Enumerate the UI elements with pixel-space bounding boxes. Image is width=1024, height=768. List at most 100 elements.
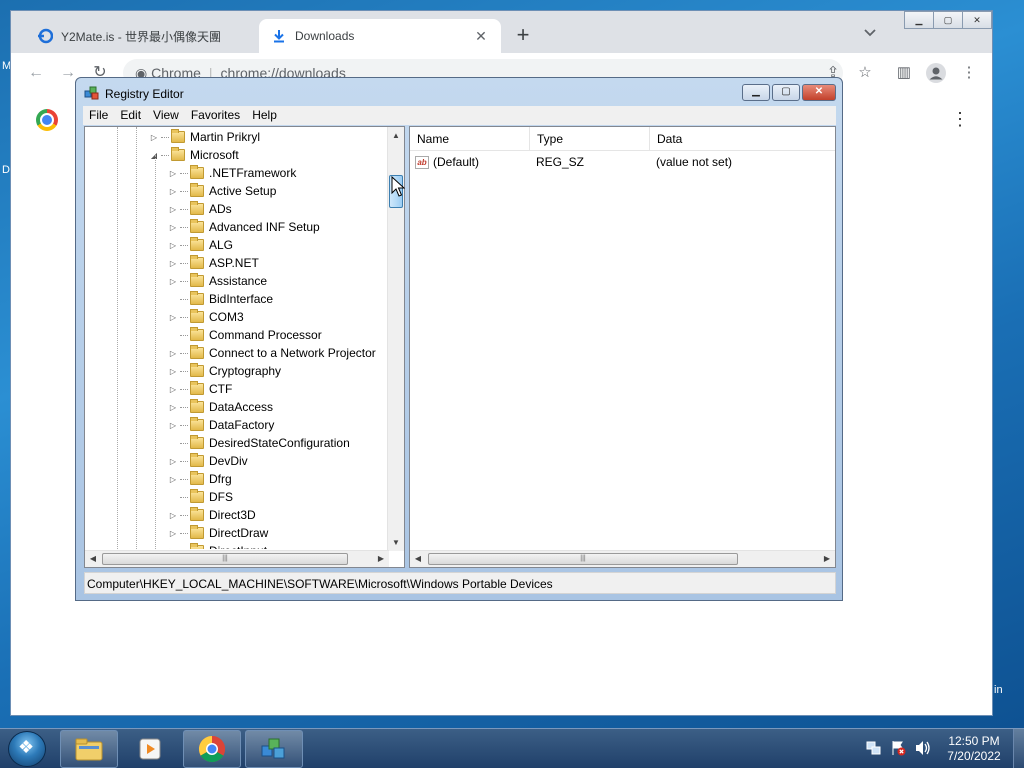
downloads-more-icon[interactable]: ⋮ — [951, 109, 969, 130]
tree-node[interactable]: DesiredStateConfiguration — [168, 434, 350, 452]
scrollbar-thumb[interactable]: ||| — [428, 553, 738, 565]
chrome-menu-icon[interactable]: ⋮ — [958, 63, 980, 85]
maximize-button[interactable]: ▢ — [933, 11, 963, 29]
menu-file[interactable]: File — [83, 106, 114, 125]
tree-node[interactable]: DFS — [168, 488, 233, 506]
volume-icon[interactable] — [914, 740, 932, 768]
tree-node[interactable]: ▷ CTF — [168, 380, 232, 398]
expand-arrow-icon[interactable]: ▷ — [168, 367, 178, 376]
expand-arrow-icon[interactable]: ▷ — [168, 547, 178, 550]
close-button[interactable]: ✕ — [802, 84, 836, 101]
tree-node[interactable]: ▷ ALG — [168, 236, 233, 254]
close-button[interactable]: ✕ — [962, 11, 992, 29]
list-horizontal-scrollbar[interactable]: ◀ ||| ▶ — [410, 550, 835, 567]
tree-node[interactable]: ▷ Assistance — [168, 272, 267, 290]
registry-editor-window: Registry Editor ▁ ▢ ✕ File Edit View Fav… — [75, 77, 843, 601]
column-header-type[interactable]: Type — [530, 127, 650, 151]
profile-avatar-icon[interactable] — [925, 63, 947, 85]
taskbar: 12:50 PM 7/20/2022 — [0, 728, 1024, 768]
expand-arrow-icon[interactable]: ▷ — [168, 421, 178, 430]
new-tab-button[interactable]: + — [511, 24, 535, 48]
maximize-button[interactable]: ▢ — [772, 84, 800, 101]
tree-node[interactable]: ▷ Connect to a Network Projector — [168, 344, 376, 362]
start-button[interactable] — [8, 731, 46, 767]
tree-node[interactable]: ▷ COM3 — [168, 308, 244, 326]
scroll-right-arrow-icon[interactable]: ▶ — [819, 551, 835, 567]
folder-icon — [190, 327, 204, 341]
minimize-button[interactable]: ▁ — [742, 84, 770, 101]
title-bar[interactable]: Registry Editor ▁ ▢ ✕ — [76, 78, 842, 108]
tab-y2mate[interactable]: Y2Mate.is - 世界最小偶像天團 #導 — [25, 19, 251, 53]
tree-node[interactable]: ▷ DevDiv — [168, 452, 248, 470]
system-clock[interactable]: 12:50 PM 7/20/2022 — [940, 734, 1008, 764]
collapse-arrow-icon[interactable]: ◢ — [149, 151, 159, 160]
scroll-left-arrow-icon[interactable]: ◀ — [410, 551, 426, 567]
side-panel-icon[interactable]: ▥ — [893, 63, 915, 85]
tree-node[interactable]: BidInterface — [168, 290, 273, 308]
scroll-left-arrow-icon[interactable]: ◀ — [85, 551, 101, 567]
folder-icon — [190, 435, 204, 449]
column-header-data[interactable]: Data — [650, 127, 835, 151]
column-header-name[interactable]: Name — [410, 127, 530, 151]
scrollbar-thumb[interactable]: ||| — [102, 553, 348, 565]
tree-node-label: DFS — [209, 490, 233, 504]
scroll-down-arrow-icon[interactable]: ▼ — [388, 534, 404, 551]
tree-horizontal-scrollbar[interactable]: ◀ ||| ▶ — [85, 550, 389, 567]
expand-arrow-icon[interactable]: ▷ — [168, 259, 178, 268]
back-icon[interactable]: ← — [25, 63, 47, 85]
expand-arrow-icon[interactable]: ▷ — [168, 313, 178, 322]
taskbar-chrome-button[interactable] — [183, 730, 241, 768]
tab-downloads[interactable]: Downloads ✕ — [259, 19, 501, 53]
tree-node[interactable]: ▷ Dfrg — [168, 470, 232, 488]
folder-icon — [190, 381, 204, 395]
expand-arrow-icon[interactable]: ▷ — [168, 241, 178, 250]
value-row[interactable]: ab (Default) REG_SZ (value not set) — [410, 153, 732, 171]
taskbar-explorer-button[interactable] — [60, 730, 118, 768]
expand-arrow-icon[interactable]: ▷ — [168, 205, 178, 214]
action-center-flag-icon[interactable] — [890, 740, 906, 768]
taskbar-regedit-button[interactable] — [245, 730, 303, 768]
expand-arrow-icon[interactable]: ▷ — [168, 169, 178, 178]
expand-arrow-icon[interactable]: ▷ — [168, 457, 178, 466]
tree-node[interactable]: ▷ DirectDraw — [168, 524, 268, 542]
network-icon[interactable] — [866, 740, 882, 768]
tree-node[interactable]: ▷ Active Setup — [168, 182, 276, 200]
tree-node[interactable]: ▷ ADs — [168, 200, 232, 218]
menu-favorites[interactable]: Favorites — [185, 106, 246, 125]
tree-node-label: ASP.NET — [209, 256, 259, 270]
expand-arrow-icon[interactable]: ▷ — [168, 223, 178, 232]
tree-node[interactable]: ▷ Advanced INF Setup — [168, 218, 320, 236]
tree-node-label: Connect to a Network Projector — [209, 346, 376, 360]
tree-node[interactable]: Command Processor — [168, 326, 322, 344]
expand-arrow-icon[interactable]: ▷ — [149, 133, 159, 142]
tree-node[interactable]: ▷ DataFactory — [168, 416, 274, 434]
tree-node[interactable]: ▷ .NETFramework — [168, 164, 296, 182]
scroll-right-arrow-icon[interactable]: ▶ — [373, 551, 389, 567]
expand-arrow-icon[interactable]: ▷ — [168, 349, 178, 358]
tree-node[interactable]: ▷ Cryptography — [168, 362, 281, 380]
scroll-up-arrow-icon[interactable]: ▲ — [388, 127, 404, 144]
expand-arrow-icon[interactable]: ▷ — [168, 475, 178, 484]
tree-node[interactable]: ▷ Martin Prikryl — [149, 128, 260, 146]
minimize-button[interactable]: ▁ — [904, 11, 934, 29]
expand-arrow-icon[interactable]: ▷ — [168, 277, 178, 286]
close-icon[interactable]: ✕ — [473, 28, 489, 45]
expand-arrow-icon[interactable]: ▷ — [168, 403, 178, 412]
tree-connector — [161, 154, 169, 156]
expand-arrow-icon[interactable]: ▷ — [168, 511, 178, 520]
tree-node[interactable]: ◢ Microsoft — [149, 146, 239, 164]
menu-view[interactable]: View — [147, 106, 185, 125]
show-desktop-button[interactable] — [1013, 729, 1024, 768]
menu-edit[interactable]: Edit — [114, 106, 147, 125]
taskbar-media-player-button[interactable] — [121, 730, 179, 768]
tab-search-button[interactable] — [863, 27, 877, 41]
tree-node[interactable]: ▷ ASP.NET — [168, 254, 259, 272]
tree-node[interactable]: ▷ DataAccess — [168, 398, 273, 416]
tree-node[interactable]: ▷ DirectInput — [168, 542, 267, 549]
menu-help[interactable]: Help — [246, 106, 283, 125]
expand-arrow-icon[interactable]: ▷ — [168, 187, 178, 196]
tree-node[interactable]: ▷ Direct3D — [168, 506, 256, 524]
bookmark-star-icon[interactable]: ☆ — [854, 63, 876, 85]
expand-arrow-icon[interactable]: ▷ — [168, 385, 178, 394]
expand-arrow-icon[interactable]: ▷ — [168, 529, 178, 538]
